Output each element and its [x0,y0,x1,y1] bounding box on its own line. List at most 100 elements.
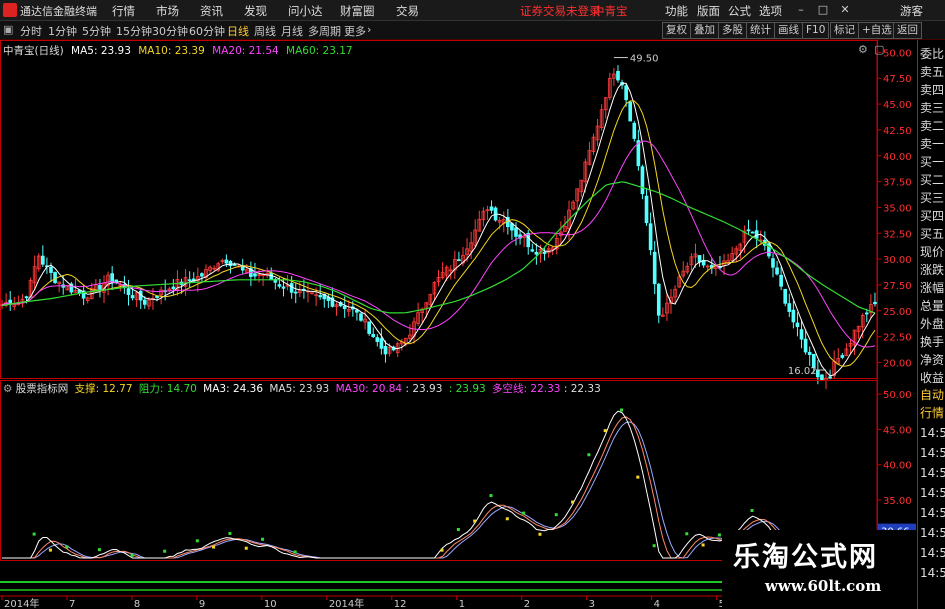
signal-dot [473,519,477,523]
signal-dot [65,545,69,549]
candle-body [656,283,661,316]
side-buy2[interactable]: 买二 [920,170,945,190]
x-tick-label: 2014年 [329,597,364,609]
candle-body [771,258,775,268]
side-netasset[interactable]: 净资 [920,350,945,370]
side-outer[interactable]: 外盘 [920,314,945,334]
signal-dot [701,543,705,547]
signal-dot [48,548,52,552]
signal-dot [293,550,297,554]
side-sell2[interactable]: 卖二 [920,116,945,136]
candle-body [795,322,800,328]
side-buy3[interactable]: 买三 [920,188,945,208]
side-buy1[interactable]: 买一 [920,152,945,172]
signal-dot [750,508,754,512]
main-chart-title[interactable]: 中青宝(日线) [3,45,64,57]
candle-body [624,85,628,101]
panel-close-icon[interactable]: ▢ [874,43,884,56]
candle-body [791,309,796,323]
side-pct[interactable]: 涨幅 [920,278,945,298]
candle-body [816,370,820,378]
indicator-settings-icon[interactable]: ⚙ [3,383,12,395]
signal-dot [97,548,101,552]
side-price[interactable]: 现价 [920,242,945,262]
candle-body [652,251,657,285]
sub-y-tick-label: 45.00 [883,425,912,436]
y-tick-label: 45.00 [883,100,912,111]
legend-value-1: : 23.93 [405,383,443,395]
x-tick-label: 9 [199,599,205,609]
legend-ma5: MA5: 23.93 [71,45,131,57]
watermark-logo: 乐淘公式网 [733,542,878,573]
main-price-panel: 50.00 47.50 45.00 42.50 40.00 37.50 35.00 32.50… [0,40,912,600]
y-tick-label: 30.00 [883,255,912,266]
legend-resist: 阻力: 14.70 [138,383,197,395]
side-quotes[interactable]: 行情 [920,403,945,423]
settings-gear-icon[interactable]: ⚙ [858,43,868,56]
x-tick-label: 12 [394,599,407,609]
candle-body [342,305,347,310]
indicator-title[interactable]: 股票指标网 [16,383,69,395]
side-panel: 委比 卖五 卖四 卖三 卖二 卖一 买一 买二 买三 买四 买五 现价 涨跌 涨… [917,40,945,609]
side-time-4: 14:5 [920,486,945,500]
signal-dot [685,532,689,536]
x-tick-label: 4 [654,599,660,609]
candle-body [807,351,812,356]
signal-dot [587,453,591,457]
candle-body [534,251,539,255]
side-sell5[interactable]: 卖五 [920,62,945,82]
side-bid-ask[interactable]: 委比 [920,44,945,64]
signal-dot [571,500,575,504]
x-tick-label: 2 [524,599,530,609]
candle-body [367,321,371,334]
side-change[interactable]: 涨跌 [920,260,945,280]
side-sell3[interactable]: 卖三 [920,98,945,118]
side-volume[interactable]: 总量 [920,296,945,316]
side-time-2: 14:5 [920,446,945,460]
candle-body [281,286,286,289]
x-tick-label: 3 [589,599,595,609]
side-sell4[interactable]: 卖四 [920,80,945,100]
candle-body [228,260,233,267]
signal-dot [195,539,199,543]
signal-dot [717,533,721,537]
side-buy5[interactable]: 买五 [920,224,945,244]
signal-dot [456,527,460,531]
y-tick-label: 42.50 [883,126,912,137]
candle-body [820,374,824,381]
indicator-legend: ⚙ 股票指标网 支撑: 12.77 阻力: 14.70 MA3: 24.36 M… [3,381,601,396]
signal-dot [130,553,134,557]
legend-ma10: MA10: 23.39 [138,45,205,57]
side-turnover[interactable]: 换手 [920,332,945,352]
candle-body [644,195,649,224]
side-buy4[interactable]: 买四 [920,206,945,226]
candle-body [489,206,494,211]
side-time-8: 14:5 [920,566,945,580]
candle-body [187,279,192,282]
candle-body [457,259,461,262]
candle-body [318,295,323,298]
candle-body [49,266,53,273]
side-time-6: 14:5 [920,526,945,540]
legend-value-2: : 23.93 [448,383,486,395]
sub-y-tick-label: 50.00 [883,390,912,401]
signal-dot [489,494,493,498]
candle-body [142,299,147,305]
candle-body [41,255,45,265]
signal-dot [652,544,656,548]
y-tick-label: 22.50 [883,333,912,344]
sub-y-tick-label: 35.00 [883,496,912,507]
x-tick-label: 1 [459,599,465,609]
candle-body [375,337,380,342]
kline-chart[interactable]: 50.00 47.50 45.00 42.50 40.00 37.50 35.00 32.50… [0,0,945,609]
candle-body [828,376,832,379]
candle-body [526,232,531,248]
y-tick-label: 25.00 [883,307,912,318]
candle-body [277,284,282,287]
side-sell1[interactable]: 卖一 [920,134,945,154]
y-tick-label: 47.50 [883,74,912,85]
candle-body [750,231,755,234]
candle-body [359,313,363,321]
side-auto[interactable]: 自动 [920,385,945,405]
candle-body [53,272,57,284]
